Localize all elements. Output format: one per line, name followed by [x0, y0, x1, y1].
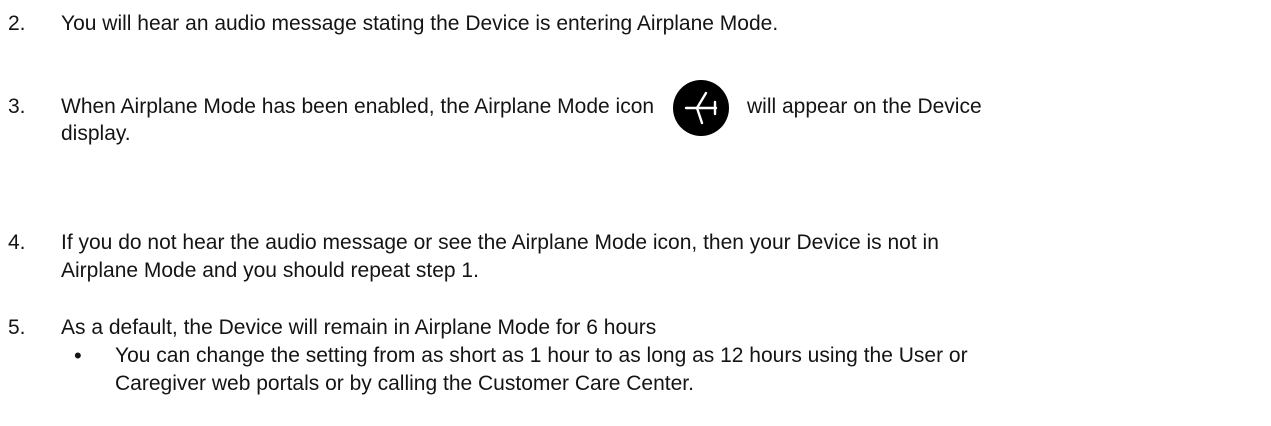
step-text-line2: Airplane Mode and you should repeat step…	[61, 259, 479, 282]
step-text-before-icon: When Airplane Mode has been enabled, the…	[61, 95, 655, 118]
bullet-icon: •	[74, 343, 82, 368]
sub-bullet-text-line1: You can change the setting from as short…	[115, 344, 968, 367]
step-text-after-icon: will appear on the Device	[747, 95, 982, 118]
step-number: 4.	[8, 231, 26, 254]
step-text-line1: If you do not hear the audio message or …	[61, 231, 939, 254]
step-text: As a default, the Device will remain in …	[61, 316, 657, 339]
step-number: 3.	[8, 95, 26, 118]
sub-bullet-text-line2: Caregiver web portals or by calling the …	[115, 372, 694, 395]
airplane-mode-icon	[673, 80, 729, 136]
step-number: 5.	[8, 316, 26, 339]
step-text-line2: display.	[61, 122, 131, 145]
step-number: 2.	[8, 12, 26, 35]
step-text: You will hear an audio message stating t…	[61, 12, 779, 35]
